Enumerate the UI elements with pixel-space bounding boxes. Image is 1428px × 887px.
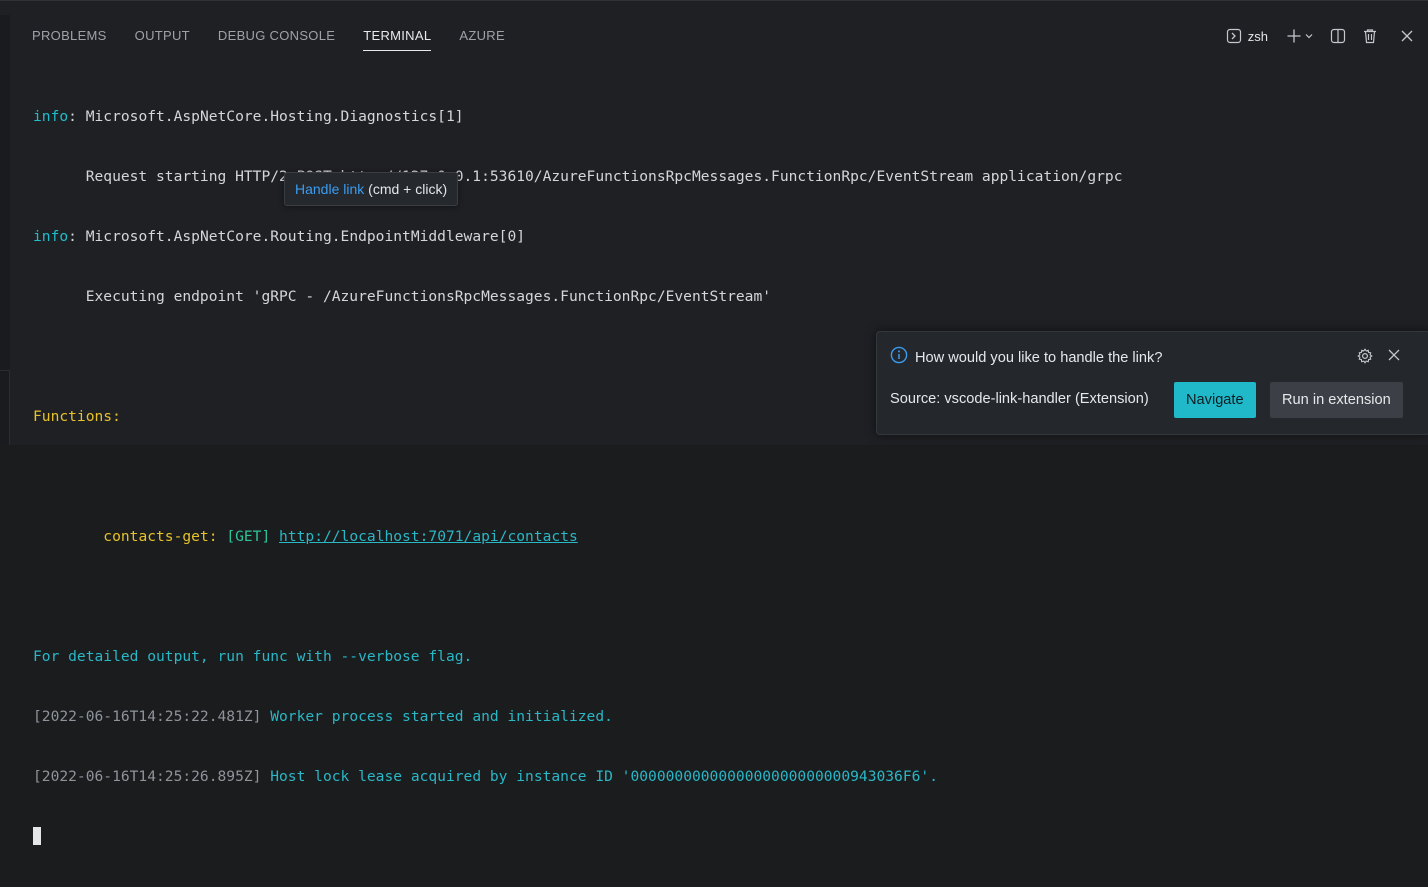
terminal-line: info: Microsoft.AspNetCore.Routing.Endpo…	[33, 227, 1123, 247]
navigate-button[interactable]: Navigate	[1174, 382, 1256, 418]
panel-actions: zsh	[1226, 23, 1414, 49]
run-in-extension-button[interactable]: Run in extension	[1270, 382, 1403, 418]
trash-icon	[1362, 28, 1378, 44]
gear-icon[interactable]	[1357, 348, 1373, 369]
add-icon	[1286, 28, 1302, 44]
terminal-icon	[1226, 28, 1242, 44]
log-message: Worker process started and initialized.	[261, 708, 613, 725]
toast-source: Source: vscode-link-handler (Extension)	[890, 391, 1149, 407]
timestamp: [2022-06-16T14:25:26.895Z]	[33, 768, 262, 785]
tab-output[interactable]: OUTPUT	[121, 23, 204, 49]
terminal-line: [2022-06-16T14:25:26.895Z] Host lock lea…	[33, 767, 1123, 787]
sidebar-edge	[0, 15, 10, 445]
terminal-line: info: Microsoft.AspNetCore.Hosting.Diagn…	[33, 107, 1123, 127]
close-icon	[1400, 29, 1414, 43]
chevron-down-icon[interactable]	[1304, 31, 1314, 41]
terminal-selector[interactable]: zsh	[1226, 28, 1268, 44]
log-level: info	[33, 108, 69, 125]
terminal-panel: PROBLEMS OUTPUT DEBUG CONSOLE TERMINAL A…	[0, 0, 1428, 845]
tab-debug-console[interactable]: DEBUG CONSOLE	[204, 23, 349, 49]
close-panel-button[interactable]	[1400, 29, 1414, 43]
tab-azure[interactable]: AZURE	[445, 23, 519, 49]
function-method: [GET]	[217, 528, 280, 545]
log-text: : Microsoft.AspNetCore.Hosting.Diagnosti…	[68, 108, 464, 125]
divider	[9, 370, 10, 445]
info-icon	[890, 346, 908, 369]
log-level: info	[33, 228, 69, 245]
function-url-link[interactable]: http://localhost:7071/api/contacts	[279, 528, 578, 545]
timestamp: [2022-06-16T14:25:22.481Z]	[33, 708, 262, 725]
verbose-hint: For detailed output, run func with --ver…	[33, 648, 473, 665]
terminal-cursor	[33, 827, 41, 845]
link-hover-tooltip: Handle link (cmd + click)	[284, 172, 459, 206]
terminal-output[interactable]: info: Microsoft.AspNetCore.Hosting.Diagn…	[33, 67, 1123, 887]
toast-header: How would you like to handle the link?	[890, 346, 1162, 369]
tab-problems[interactable]: PROBLEMS	[18, 23, 121, 49]
prompt-line	[33, 827, 1123, 847]
kill-terminal-button[interactable]	[1362, 28, 1378, 44]
terminal-line: [2022-06-16T14:25:22.481Z] Worker proces…	[33, 707, 1123, 727]
split-terminal-button[interactable]	[1330, 28, 1346, 44]
function-name: contacts-get:	[103, 528, 218, 545]
terminal-line: Executing endpoint 'gRPC - /AzureFunctio…	[33, 288, 772, 305]
function-line: contacts-get: [GET] http://localhost:707…	[33, 527, 1123, 547]
tab-terminal[interactable]: TERMINAL	[349, 23, 445, 51]
handle-link-action[interactable]: Handle link	[295, 181, 364, 197]
shell-name: zsh	[1247, 28, 1268, 44]
panel-tabs: PROBLEMS OUTPUT DEBUG CONSOLE TERMINAL A…	[18, 23, 519, 51]
new-terminal-button[interactable]	[1286, 28, 1314, 44]
split-icon	[1330, 28, 1346, 44]
notification-toast: How would you like to handle the link? S…	[876, 331, 1428, 435]
toast-message: How would you like to handle the link?	[915, 349, 1163, 366]
hover-shortcut: (cmd + click)	[364, 181, 448, 197]
terminal-line: Request starting HTTP/2 POST http://127.…	[33, 168, 1123, 185]
log-text: : Microsoft.AspNetCore.Routing.EndpointM…	[68, 228, 526, 245]
close-icon[interactable]	[1387, 348, 1401, 367]
log-message: Host lock lease acquired by instance ID …	[261, 768, 938, 785]
